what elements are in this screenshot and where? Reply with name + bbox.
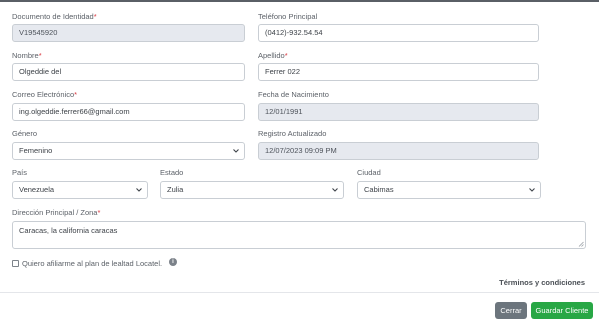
modal-top-border xyxy=(0,0,599,2)
nombre-field[interactable]: Olgeddie del xyxy=(12,63,245,81)
genero-label: Género xyxy=(12,129,38,138)
registro-field[interactable]: 12/07/2023 09:09 PM xyxy=(258,142,539,160)
chevron-down-icon xyxy=(332,188,338,192)
info-circle-icon[interactable]: i xyxy=(169,258,177,266)
correo-field[interactable]: ing.olgeddie.ferrer66@gmail.com xyxy=(12,103,245,121)
resize-grip-icon[interactable] xyxy=(578,241,584,247)
ciudad-label: Ciudad xyxy=(357,168,381,177)
required-mark: * xyxy=(97,208,101,217)
required-mark: * xyxy=(93,12,97,21)
pais-label: País xyxy=(12,168,28,177)
genero-select[interactable]: Femenino xyxy=(12,142,245,160)
chevron-down-icon xyxy=(529,188,535,192)
chevron-down-icon xyxy=(233,149,239,153)
required-mark: * xyxy=(284,51,288,60)
required-mark: * xyxy=(38,51,42,60)
footer-divider xyxy=(0,292,599,293)
required-mark: * xyxy=(74,90,78,99)
close-button[interactable]: Cerrar xyxy=(495,302,527,319)
ciudad-select[interactable]: Cabimas xyxy=(357,181,541,199)
nacimiento-field[interactable]: 12/01/1991 xyxy=(258,103,539,121)
telefono-label: Teléfono Principal xyxy=(258,12,318,21)
direccion-label: Dirección Principal / Zona* xyxy=(12,208,101,217)
correo-label: Correo Electrónico* xyxy=(12,90,78,99)
apellido-field[interactable]: Ferrer 022 xyxy=(258,63,539,81)
pais-select[interactable]: Venezuela xyxy=(12,181,148,199)
chevron-down-icon xyxy=(136,188,142,192)
estado-label: Estado xyxy=(160,168,184,177)
lealtad-row[interactable]: Quiero afiliarme al plan de lealtad Loca… xyxy=(12,258,162,268)
documento-label: Documento de Identidad* xyxy=(12,12,97,21)
save-client-button[interactable]: Guardar Cliente xyxy=(531,302,593,319)
lealtad-checkbox[interactable] xyxy=(12,259,19,267)
lealtad-label[interactable]: Quiero afiliarme al plan de lealtad Loca… xyxy=(22,259,162,268)
documento-field[interactable]: V19545920 xyxy=(12,24,245,42)
direccion-textarea[interactable]: Caracas, la california caracas xyxy=(12,221,586,249)
registro-label: Registro Actualizado xyxy=(258,129,327,138)
terms-link[interactable]: Términos y condiciones xyxy=(499,278,585,287)
estado-select[interactable]: Zulia xyxy=(160,181,344,199)
telefono-field[interactable]: (0412)-932.54.54 xyxy=(258,24,539,42)
nacimiento-label: Fecha de Nacimiento xyxy=(258,90,329,99)
apellido-label: Apellido* xyxy=(258,51,288,60)
nombre-label: Nombre* xyxy=(12,51,42,60)
